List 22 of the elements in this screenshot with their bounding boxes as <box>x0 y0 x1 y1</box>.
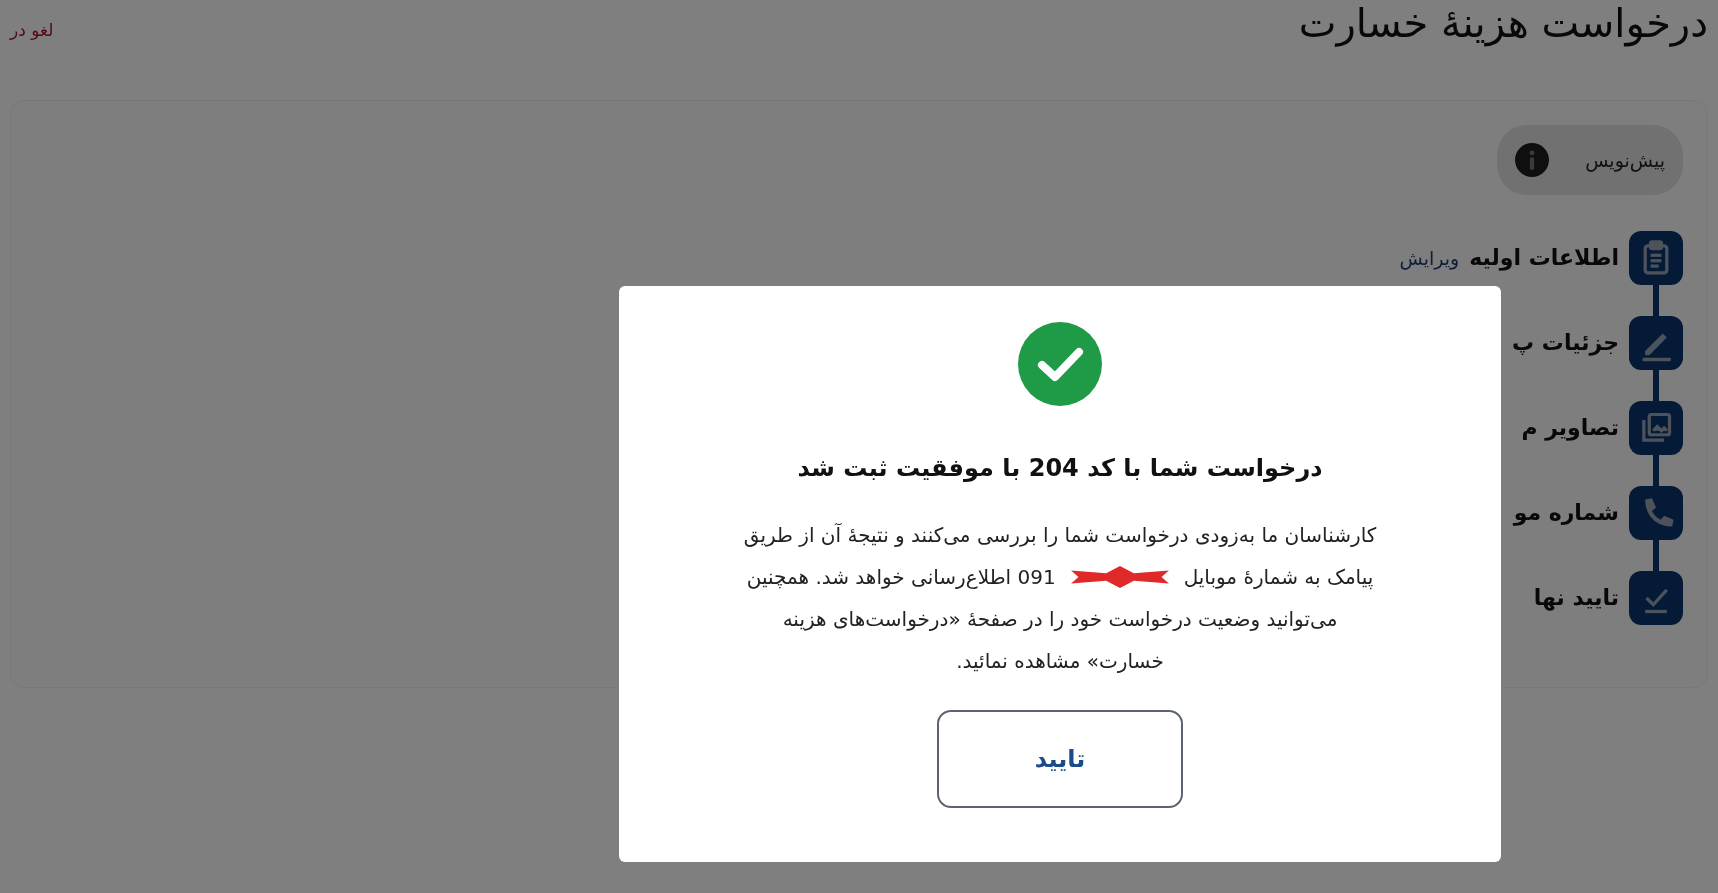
info-icon[interactable] <box>1515 143 1550 177</box>
cancel-link[interactable]: لغو در <box>10 20 54 40</box>
checkmark-icon <box>1629 571 1683 625</box>
phone-icon <box>1629 486 1683 540</box>
confirm-button[interactable]: تایید <box>937 710 1183 808</box>
dialog-message: پیامک به شمارهٔ موبایل <box>1183 564 1374 592</box>
images-icon <box>1629 401 1683 455</box>
pencil-icon <box>1629 316 1683 370</box>
step-label: جزئیات پ <box>1512 329 1619 358</box>
step-label: تایید نها <box>1533 584 1619 613</box>
step-label: شماره مو <box>1513 499 1619 528</box>
page-title: درخواست هزینهٔ خسارت <box>1298 0 1708 46</box>
dialog-message: 091 اطلاع‌رسانی خواهد شد. همچنین <box>746 564 1056 591</box>
dialog-message: می‌توانید وضعیت درخواست خود را در صفحهٔ «درخواست‌های هزینه خسارت» مشاهده نمائید. <box>781 606 1339 675</box>
edit-link[interactable]: ویرایش <box>1399 231 1460 285</box>
dialog-message: کارشناسان ما به‌زودی درخواست شما را بررسی می‌کنند و نتیجهٔ آن از طریق <box>743 522 1377 549</box>
dialog-heading: درخواست شما با کد 204 با موفقیت ثبت شد <box>797 454 1323 482</box>
clipboard-icon <box>1629 231 1683 285</box>
step-label: تصاویر م <box>1521 414 1619 443</box>
status-label: پیش‌نویس <box>1585 149 1665 171</box>
success-check-icon <box>1018 322 1102 406</box>
step-label: اطلاعات اولیه <box>1469 244 1619 273</box>
